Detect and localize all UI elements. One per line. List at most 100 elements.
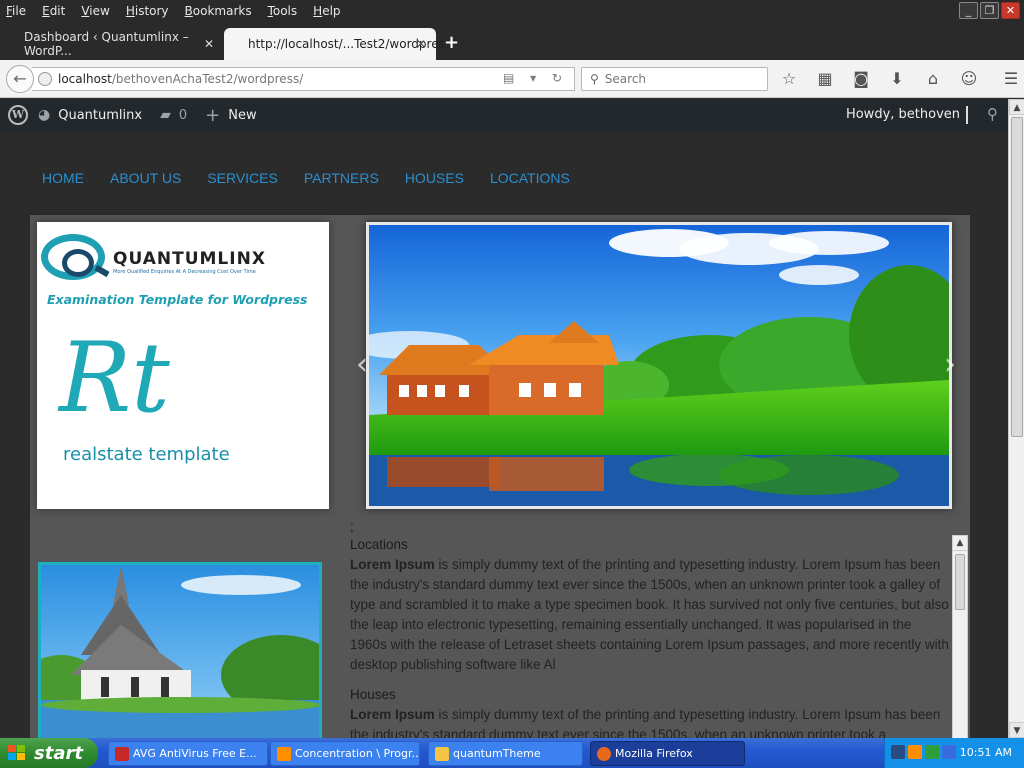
separator [966,106,968,124]
quantumlinx-q-icon [41,234,105,280]
tray-arrow-icon[interactable] [891,745,905,759]
close-tab-icon[interactable]: ✕ [416,37,426,51]
vlc-icon [277,747,291,761]
search-placeholder: Search [604,72,647,86]
hello-icon[interactable]: ☺ [958,69,980,88]
search-input[interactable]: ⚲ Search [581,67,768,91]
clock: 10:51 AM [959,746,1012,759]
url-host: localhost [58,72,112,86]
site-navigation: HOME ABOUT US SERVICES PARTNERS HOUSES L… [42,170,570,186]
lorem-bold: Lorem Ipsum [350,707,435,722]
taskbar-label: AVG AntiVirus Free E... [133,747,257,760]
menu-help[interactable]: Help [313,4,340,18]
nav-partners[interactable]: PARTNERS [304,170,379,186]
system-tray: 10:51 AM [884,738,1024,768]
logo-subtitle: Examination Template for Wordpress [47,292,308,307]
back-button[interactable]: ← [6,65,34,93]
site-name-link[interactable]: ◕ Quantumlinx [38,107,142,123]
logo-monogram: Rt [59,322,170,434]
dashboard-icon: ◕ [38,107,51,123]
new-tab-button[interactable]: + [444,32,459,53]
wordpress-logo-icon[interactable]: W [8,105,28,125]
slider-next-icon[interactable]: › [944,347,956,382]
bookmark-star-icon[interactable]: ☆ [778,69,800,88]
scroll-thumb[interactable] [955,554,965,610]
site-logo[interactable]: QUANTUMLINX More Qualified Enquiries At … [37,222,329,509]
close-window-button[interactable]: ✕ [1001,2,1020,19]
scroll-down-icon[interactable]: ▼ [1009,722,1024,738]
plus-icon: + [205,104,221,126]
q-tail [94,264,110,278]
reading-list-icon[interactable]: ▦ [814,69,836,88]
taskbar-avg[interactable]: AVG AntiVirus Free E... [108,741,268,766]
section-heading-locations: Locations [350,537,408,552]
lorem-bold: Lorem Ipsum [350,557,435,572]
comments-link[interactable]: ▰ 0 [160,107,187,123]
section-body-houses: Lorem Ipsum is simply dummy text of the … [350,705,950,738]
search-icon: ⚲ [590,72,599,86]
close-tab-icon[interactable]: ✕ [204,37,214,51]
lorem-text: is simply dummy text of the printing and… [350,557,949,672]
toolbar-icons: ☆ ▦ ◙ ⬇ ⌂ ☺ ☰ [778,69,1022,88]
folder-icon [435,747,449,761]
image-slider[interactable] [366,222,952,509]
menu-bookmarks[interactable]: Bookmarks [185,4,252,18]
navigation-toolbar: localhost/bethovenAchaTest2/wordpress/ ▤… [0,60,1024,98]
tray-network-icon[interactable] [942,745,956,759]
logo-tagline: More Qualified Enquiries At A Decreasing… [113,269,256,275]
tray-utorrent-icon[interactable] [925,745,939,759]
house-photo [369,225,949,506]
lorem-text: is simply dummy text of the printing and… [350,707,941,738]
taskbar-quantumtheme[interactable]: quantumTheme [428,741,583,766]
new-content-link[interactable]: + New [205,105,256,126]
taskbar-label: quantumTheme [453,747,541,760]
scroll-up-icon[interactable]: ▲ [1009,99,1024,115]
reader-dropdown-reload-icons[interactable]: ▤ ▾ ↻ [503,71,568,85]
stray-semicolon: ; [350,519,354,534]
menu-view[interactable]: View [81,4,109,18]
section-body-locations: Lorem Ipsum is simply dummy text of the … [350,555,950,675]
howdy-user-link[interactable]: Howdy, bethoven [846,107,960,122]
url-bar[interactable]: localhost/bethovenAchaTest2/wordpress/ ▤… [32,67,575,91]
tab-localhost[interactable]: http://localhost/...Test2/wordpress/ ✕ [224,28,455,60]
home-icon[interactable]: ⌂ [922,69,944,88]
firefox-icon [597,747,611,761]
windows-flag-icon [8,745,25,760]
menu-bar: File Edit View History Bookmarks Tools H… [0,0,1024,22]
taskbar-label: Concentration \ Progr... [295,747,420,760]
menu-tools[interactable]: Tools [268,4,298,18]
tab-bar: Dashboard ‹ Quantumlinx – WordP... ✕ htt… [0,22,1024,60]
content-scrollbar[interactable]: ▲ [952,535,968,738]
nav-services[interactable]: SERVICES [207,170,278,186]
admin-search-icon[interactable]: ⚲ [987,105,998,123]
window-controls: _ ❐ ✕ [959,2,1020,19]
scroll-up-icon[interactable]: ▲ [953,536,967,551]
temple-photo[interactable] [38,562,322,738]
nav-about-us[interactable]: ABOUT US [110,170,181,186]
slider-prev-icon[interactable]: ‹ [356,347,368,382]
nav-locations[interactable]: LOCATIONS [490,170,570,186]
tray-vlc-icon[interactable] [908,745,922,759]
nav-houses[interactable]: HOUSES [405,170,464,186]
logo-label: realstate template [63,444,230,465]
tab-dashboard[interactable]: Dashboard ‹ Quantumlinx – WordP... ✕ [0,28,224,60]
page-viewport: HOME ABOUT US SERVICES PARTNERS HOUSES L… [0,131,1008,738]
minimize-button[interactable]: _ [959,2,978,19]
nav-home[interactable]: HOME [42,170,84,186]
download-icon[interactable]: ⬇ [886,69,908,88]
hamburger-menu-icon[interactable]: ☰ [1000,69,1022,88]
page-scrollbar[interactable]: ▲ ▼ [1008,99,1024,738]
comment-count: 0 [178,107,188,123]
temple-image [41,565,319,738]
menu-file[interactable]: File [6,4,26,18]
site-identity-icon[interactable] [38,72,52,86]
taskbar-firefox[interactable]: Mozilla Firefox [590,741,745,766]
scroll-thumb[interactable] [1011,117,1023,437]
menu-edit[interactable]: Edit [42,4,65,18]
start-button[interactable]: start [0,738,98,768]
restore-button[interactable]: ❐ [980,2,999,19]
menu-history[interactable]: History [126,4,169,18]
taskbar-concentration[interactable]: Concentration \ Progr... [270,741,420,766]
pocket-icon[interactable]: ◙ [850,69,872,88]
post-content: ; Locations Lorem Ipsum is simply dummy … [350,517,950,738]
